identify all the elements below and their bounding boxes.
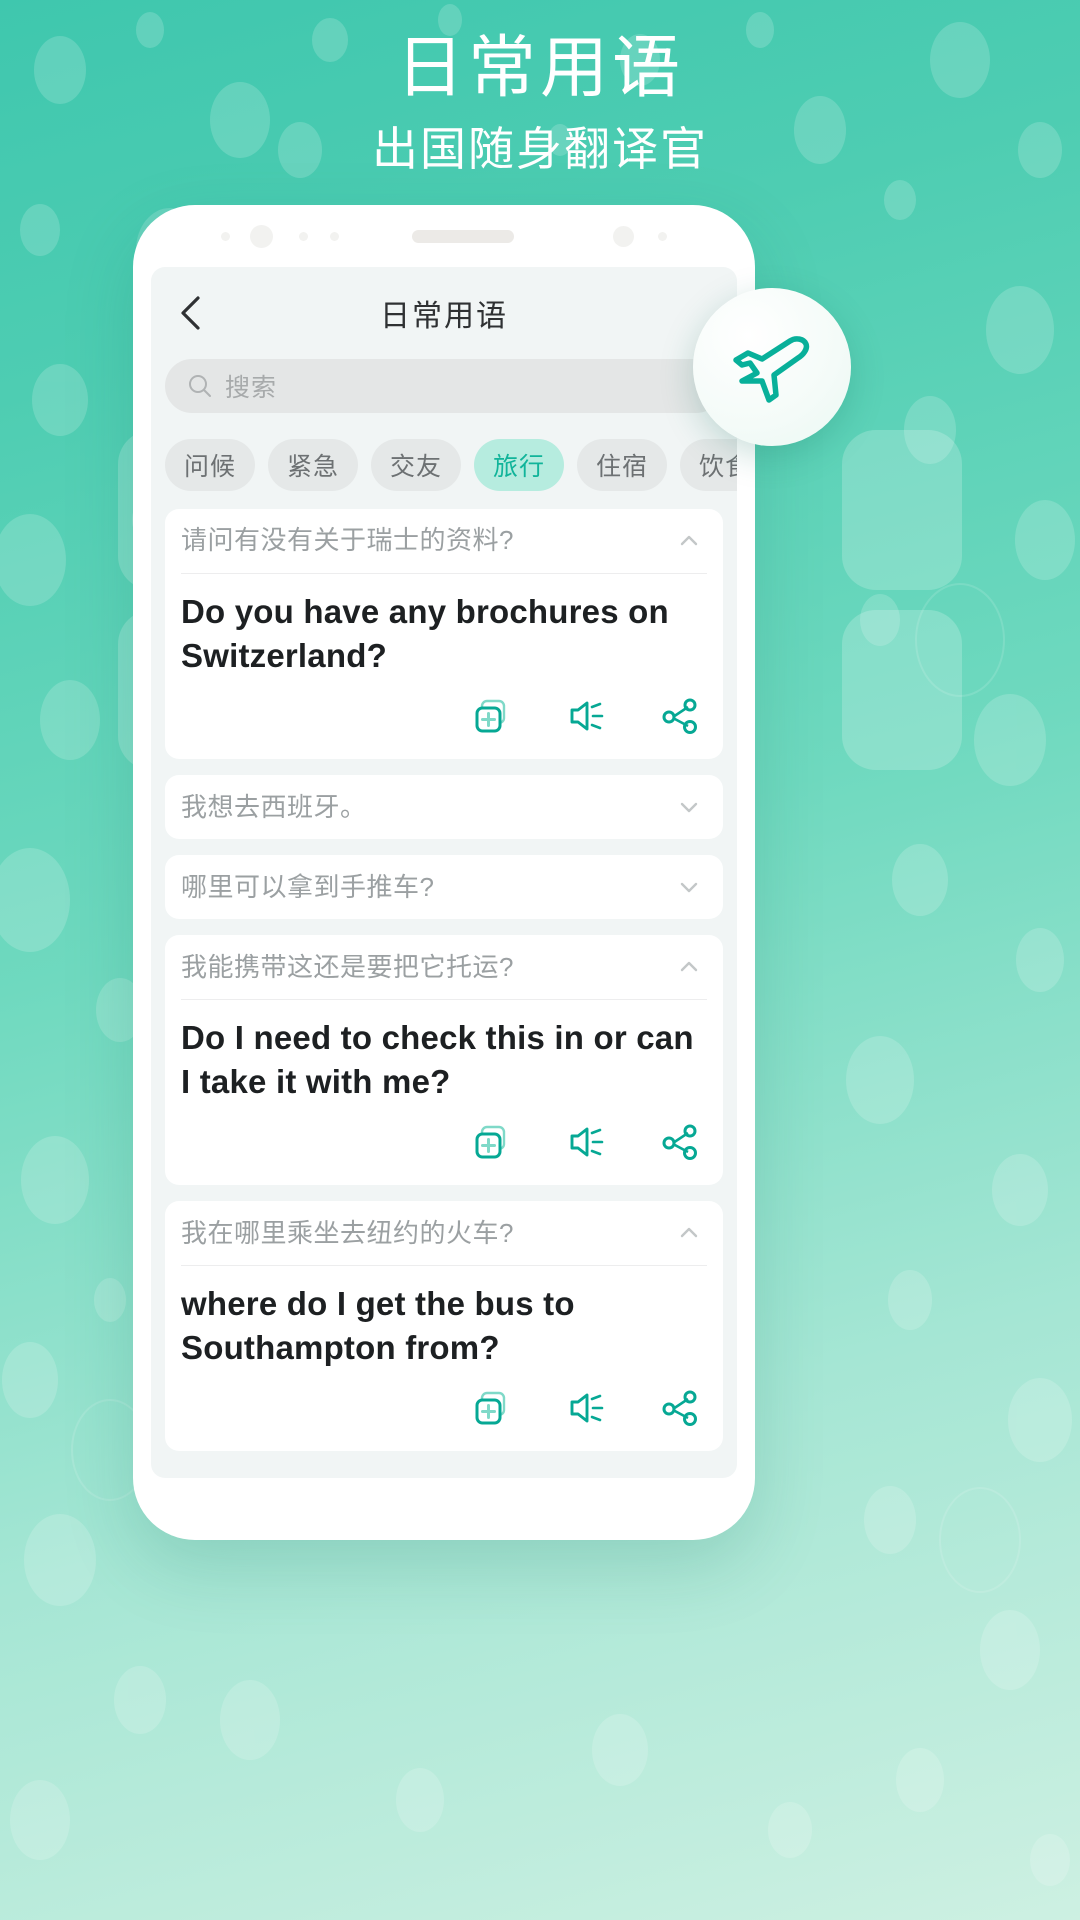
chevron-left-icon (181, 296, 200, 330)
phrase-chinese: 哪里可以拿到手推车? (181, 871, 435, 902)
chevron-down-icon[interactable] (671, 869, 707, 905)
chip-greetings[interactable]: 问候 (165, 439, 255, 491)
chip-emergency[interactable]: 紧急 (268, 439, 358, 491)
app-promo-page: 日常用语 出国随身翻译官 日常用语 搜索 问候 紧急 交友 旅行 住宿 饮 请问… (0, 0, 1080, 1920)
screen-title: 日常用语 (380, 300, 508, 333)
phrase-card-header[interactable]: 我在哪里乘坐去纽约的火车? (181, 1201, 707, 1265)
speaker-icon[interactable] (565, 1121, 607, 1163)
search-icon (189, 375, 211, 397)
front-camera-icon (250, 224, 273, 248)
sensor-dot-icon (330, 231, 339, 241)
phrase-card[interactable]: 哪里可以拿到手推车? (165, 855, 723, 920)
category-chip-row: 问候 紧急 交友 旅行 住宿 饮食 (151, 413, 737, 491)
search-section: 搜索 (151, 359, 737, 413)
chevron-up-icon[interactable] (671, 1215, 707, 1251)
search-placeholder: 搜索 (225, 374, 278, 402)
phrase-english: Do I need to check this in or can I take… (181, 1019, 694, 1100)
chip-dining[interactable]: 饮食 (680, 439, 737, 491)
phrase-card-header[interactable]: 请问有没有关于瑞士的资料? (181, 509, 707, 573)
back-button[interactable] (163, 285, 219, 341)
phrase-actions (181, 1103, 707, 1179)
phone-notch (133, 205, 755, 267)
phrase-card[interactable]: 我想去西班牙。 (165, 775, 723, 840)
airplane-icon (733, 336, 810, 403)
search-input[interactable]: 搜索 (165, 359, 723, 413)
phrase-chinese: 我能携带这还是要把它托运? (181, 951, 514, 982)
phrase-english: Do you have any brochures on Switzerland… (181, 593, 669, 674)
chevron-up-icon[interactable] (671, 949, 707, 985)
phone-mockup: 日常用语 搜索 问候 紧急 交友 旅行 住宿 饮食 (133, 205, 755, 1540)
phrase-card-header[interactable]: 我想去西班牙。 (181, 775, 707, 839)
decor-panel-right-top (842, 430, 962, 590)
add-to-collection-icon[interactable] (471, 1121, 513, 1163)
hero-text-block: 日常用语 出国随身翻译官 (0, 0, 1080, 179)
sensor-dot-icon (613, 225, 634, 247)
share-icon[interactable] (659, 695, 701, 737)
chip-travel[interactable]: 旅行 (474, 439, 564, 491)
page-title: 日常用语 (395, 30, 684, 106)
page-subtitle: 出国随身翻译官 (372, 123, 708, 175)
sensor-dot-icon (221, 231, 230, 241)
phrase-actions (181, 1369, 707, 1445)
share-icon[interactable] (659, 1121, 701, 1163)
phrase-chinese: 请问有没有关于瑞士的资料? (181, 525, 514, 556)
phrase-card-body: Do you have any brochures on Switzerland… (181, 573, 707, 759)
phrase-card-body: Do I need to check this in or can I take… (181, 999, 707, 1185)
phone-screen: 日常用语 搜索 问候 紧急 交友 旅行 住宿 饮食 (151, 267, 737, 1478)
chip-lodging[interactable]: 住宿 (577, 439, 667, 491)
add-to-collection-icon[interactable] (471, 695, 513, 737)
airplane-badge[interactable] (693, 288, 851, 446)
speaker-icon[interactable] (565, 695, 607, 737)
decor-panel-right-bottom (842, 610, 962, 770)
chevron-down-icon[interactable] (671, 789, 707, 825)
share-icon[interactable] (659, 1387, 701, 1429)
phrase-chinese: 我在哪里乘坐去纽约的火车? (181, 1217, 514, 1248)
chip-friends[interactable]: 交友 (371, 439, 461, 491)
phrase-chinese: 我想去西班牙。 (181, 791, 367, 822)
chevron-up-icon[interactable] (671, 523, 707, 559)
sensor-dot-icon (658, 231, 667, 241)
phrase-card[interactable]: 请问有没有关于瑞士的资料? Do you have any brochures … (165, 509, 723, 760)
phrase-actions (181, 677, 707, 753)
phrase-english: where do I get the bus to Southampton fr… (181, 1285, 575, 1366)
earpiece-speaker-icon (412, 229, 514, 243)
phrase-list: 请问有没有关于瑞士的资料? Do you have any brochures … (151, 491, 737, 1452)
phrase-card-body: where do I get the bus to Southampton fr… (181, 1265, 707, 1451)
app-topbar: 日常用语 (151, 267, 737, 359)
phrase-card[interactable]: 我能携带这还是要把它托运? Do I need to check this in… (165, 935, 723, 1186)
phrase-card-header[interactable]: 哪里可以拿到手推车? (181, 855, 707, 919)
add-to-collection-icon[interactable] (471, 1387, 513, 1429)
speaker-icon[interactable] (565, 1387, 607, 1429)
phrase-card-header[interactable]: 我能携带这还是要把它托运? (181, 935, 707, 999)
sensor-dot-icon (299, 231, 308, 241)
phrase-card[interactable]: 我在哪里乘坐去纽约的火车? where do I get the bus to … (165, 1201, 723, 1452)
